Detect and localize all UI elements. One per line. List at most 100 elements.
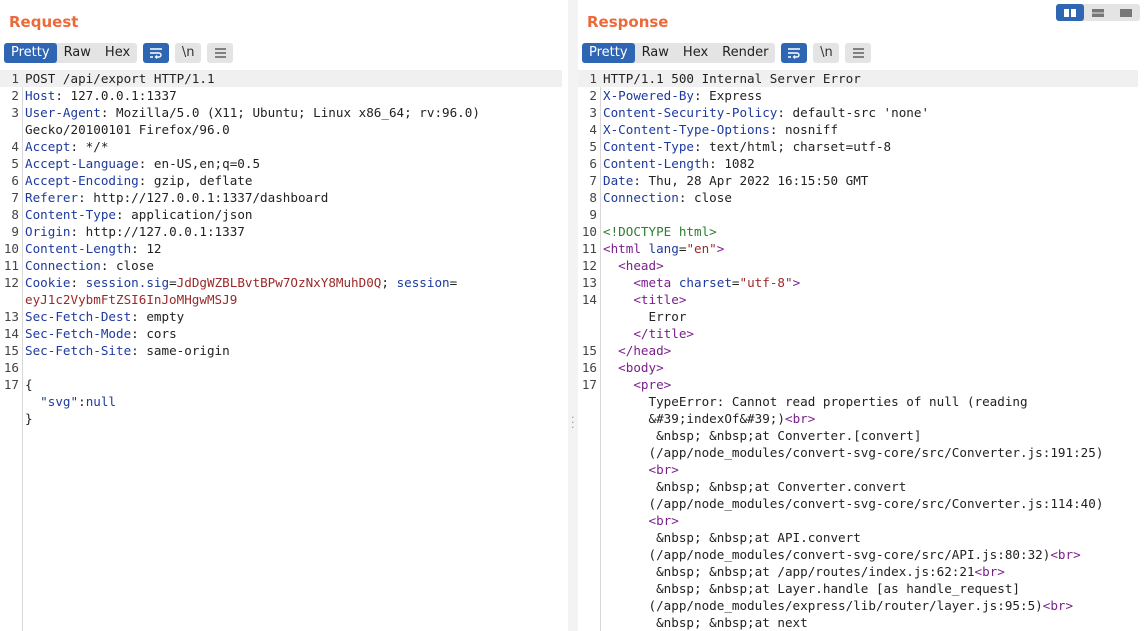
line-code: (/app/node_modules/convert-svg-core/src/… bbox=[603, 546, 1080, 563]
code-token: = bbox=[731, 275, 740, 290]
code-token: : close bbox=[100, 258, 154, 273]
response-code-line: Error bbox=[578, 308, 1138, 325]
line-number: 17 bbox=[3, 377, 19, 392]
line-number: 1 bbox=[11, 71, 19, 86]
response-code-line: 5 Content-Type: text/html; charset=utf-8 bbox=[578, 138, 1138, 155]
request-code-line: 16 bbox=[0, 359, 562, 376]
line-number: 2 bbox=[11, 88, 19, 103]
code-token: : Express bbox=[694, 88, 763, 103]
code-token: Connection bbox=[603, 190, 679, 205]
code-token: : application/json bbox=[116, 207, 253, 222]
line-code: "svg":null bbox=[25, 393, 116, 410]
code-token: : 127.0.0.1:1337 bbox=[55, 88, 177, 103]
response-code-line: &#39;indexOf&#39;)<br> bbox=[578, 410, 1138, 427]
response-code-line: 16 <body> bbox=[578, 359, 1138, 376]
response-tab-hex[interactable]: Hex bbox=[676, 43, 715, 63]
line-code: Accept-Encoding: gzip, deflate bbox=[25, 172, 252, 189]
drag-handle-icon[interactable]: · · · bbox=[571, 412, 575, 433]
request-tab-hex[interactable]: Hex bbox=[98, 43, 137, 63]
response-code-line: 1 HTTP/1.1 500 Internal Server Error bbox=[578, 70, 1138, 87]
line-number: 8 bbox=[589, 190, 597, 205]
response-code-line: 11 <html lang="en"> bbox=[578, 240, 1138, 257]
code-token: <br> bbox=[648, 462, 679, 477]
response-code-line: (/app/node_modules/express/lib/router/la… bbox=[578, 597, 1138, 614]
code-token: TypeError: Cannot read properties of nul… bbox=[603, 394, 1028, 409]
code-token: <head> bbox=[618, 258, 664, 273]
code-token: </title> bbox=[633, 326, 695, 341]
line-code: &nbsp; &nbsp;at Converter.convert bbox=[603, 478, 906, 495]
pane-divider[interactable]: · · · bbox=[568, 0, 578, 631]
line-code: Error bbox=[603, 308, 686, 325]
code-token: &nbsp; &nbsp;at Converter.convert bbox=[603, 479, 907, 494]
line-code: Content-Type: text/html; charset=utf-8 bbox=[603, 138, 891, 155]
line-code: Referer: http://127.0.0.1:1337/dashboard bbox=[25, 189, 328, 206]
line-code: <pre> bbox=[603, 376, 671, 393]
code-token: : Mozilla/5.0 (X11; Ubuntu; Linux x86_64… bbox=[100, 105, 480, 120]
code-token: Sec-Fetch-Dest bbox=[25, 309, 132, 324]
response-tab-render[interactable]: Render bbox=[715, 43, 775, 63]
request-code-line: 3 User-Agent: Mozilla/5.0 (X11; Ubuntu; L… bbox=[0, 104, 562, 121]
code-token: <body> bbox=[618, 360, 664, 375]
code-token: null bbox=[85, 394, 117, 409]
code-token: &#39;indexOf&#39;) bbox=[603, 411, 785, 426]
request-newline-icon[interactable]: \n bbox=[175, 42, 202, 63]
response-newline-icon[interactable]: \n bbox=[813, 42, 840, 63]
code-token: (/app/node_modules/convert-svg-core/src/… bbox=[603, 496, 1104, 511]
single-pane-icon[interactable] bbox=[1112, 4, 1140, 21]
response-code-line: (/app/node_modules/convert-svg-core/src/… bbox=[578, 495, 1138, 512]
request-code-line: Gecko/20100101 Firefox/96.0 bbox=[0, 121, 562, 138]
request-code-line: 8 Content-Type: application/json bbox=[0, 206, 562, 223]
line-number: 15 bbox=[581, 343, 597, 358]
line-code: HTTP/1.1 500 Internal Server Error bbox=[603, 70, 861, 87]
code-token: Origin bbox=[25, 224, 71, 239]
request-code-line: 14 Sec-Fetch-Mode: cors bbox=[0, 325, 562, 342]
response-code-line: 15 </head> bbox=[578, 342, 1138, 359]
code-token: ; bbox=[381, 275, 397, 290]
code-token: Date bbox=[603, 173, 634, 188]
request-code-line: 2 Host: 127.0.0.1:1337 bbox=[0, 87, 562, 104]
response-code-line: 8 Connection: close bbox=[578, 189, 1138, 206]
request-editor[interactable]: 1 POST /api/export HTTP/1.1 2 Host: 127.0.0… bbox=[0, 70, 568, 631]
code-token: session.sig bbox=[85, 275, 170, 290]
code-token: { bbox=[25, 377, 33, 392]
line-code: Cookie: session.sig = JdDgWZBLBvtBPw7OzNxY… bbox=[25, 274, 457, 291]
side-by-side-icon[interactable] bbox=[1056, 4, 1084, 21]
line-code: User-Agent: Mozilla/5.0 (X11; Ubuntu; Li… bbox=[25, 104, 480, 121]
code-token: (/app/node_modules/convert-svg-core/src/… bbox=[603, 445, 1104, 460]
response-code-line: 14 <title> bbox=[578, 291, 1138, 308]
response-hamburger-menu-icon[interactable] bbox=[845, 42, 872, 63]
horizontal-split-icon[interactable] bbox=[1084, 4, 1112, 21]
code-token: = bbox=[449, 275, 458, 290]
code-token: Cookie bbox=[25, 275, 71, 290]
code-token: : gzip, deflate bbox=[138, 173, 253, 188]
request-tab-raw[interactable]: Raw bbox=[57, 43, 98, 63]
code-token: <br> bbox=[784, 411, 816, 426]
response-tab-raw[interactable]: Raw bbox=[635, 43, 676, 63]
request-word-wrap-icon[interactable] bbox=[143, 42, 170, 63]
code-token: : http://127.0.0.1:1337/dashboard bbox=[78, 190, 329, 205]
response-word-wrap-icon[interactable] bbox=[781, 42, 808, 63]
line-code: </head> bbox=[603, 342, 671, 359]
code-token: JdDgWZBLBvtBPw7OzNxY8MuhD0Q bbox=[176, 275, 382, 290]
request-tab-pretty[interactable]: Pretty bbox=[4, 42, 57, 63]
response-header: Response bbox=[578, 0, 1144, 38]
response-title: Response bbox=[587, 13, 669, 31]
line-number: 8 bbox=[11, 207, 19, 222]
response-code-line: 17 <pre> bbox=[578, 376, 1138, 393]
code-token: Accept-Encoding bbox=[25, 173, 139, 188]
response-code-line: &nbsp; &nbsp;at Converter.convert bbox=[578, 478, 1138, 495]
line-number: 14 bbox=[3, 326, 19, 341]
response-view-tabs: Pretty Raw Hex Render bbox=[582, 42, 776, 63]
request-code-line: 4 Accept: */* bbox=[0, 138, 562, 155]
response-editor[interactable]: 1 HTTP/1.1 500 Internal Server Error 2 X-Po… bbox=[578, 70, 1144, 631]
line-number: 9 bbox=[11, 224, 19, 239]
code-token: X-Powered-By bbox=[603, 88, 694, 103]
line-code: { bbox=[25, 376, 33, 393]
line-code: Connection: close bbox=[25, 257, 154, 274]
response-tab-pretty[interactable]: Pretty bbox=[582, 42, 635, 63]
line-code: X-Powered-By: Express bbox=[603, 87, 762, 104]
code-token: : bbox=[70, 275, 86, 290]
request-hamburger-menu-icon[interactable] bbox=[207, 42, 234, 63]
